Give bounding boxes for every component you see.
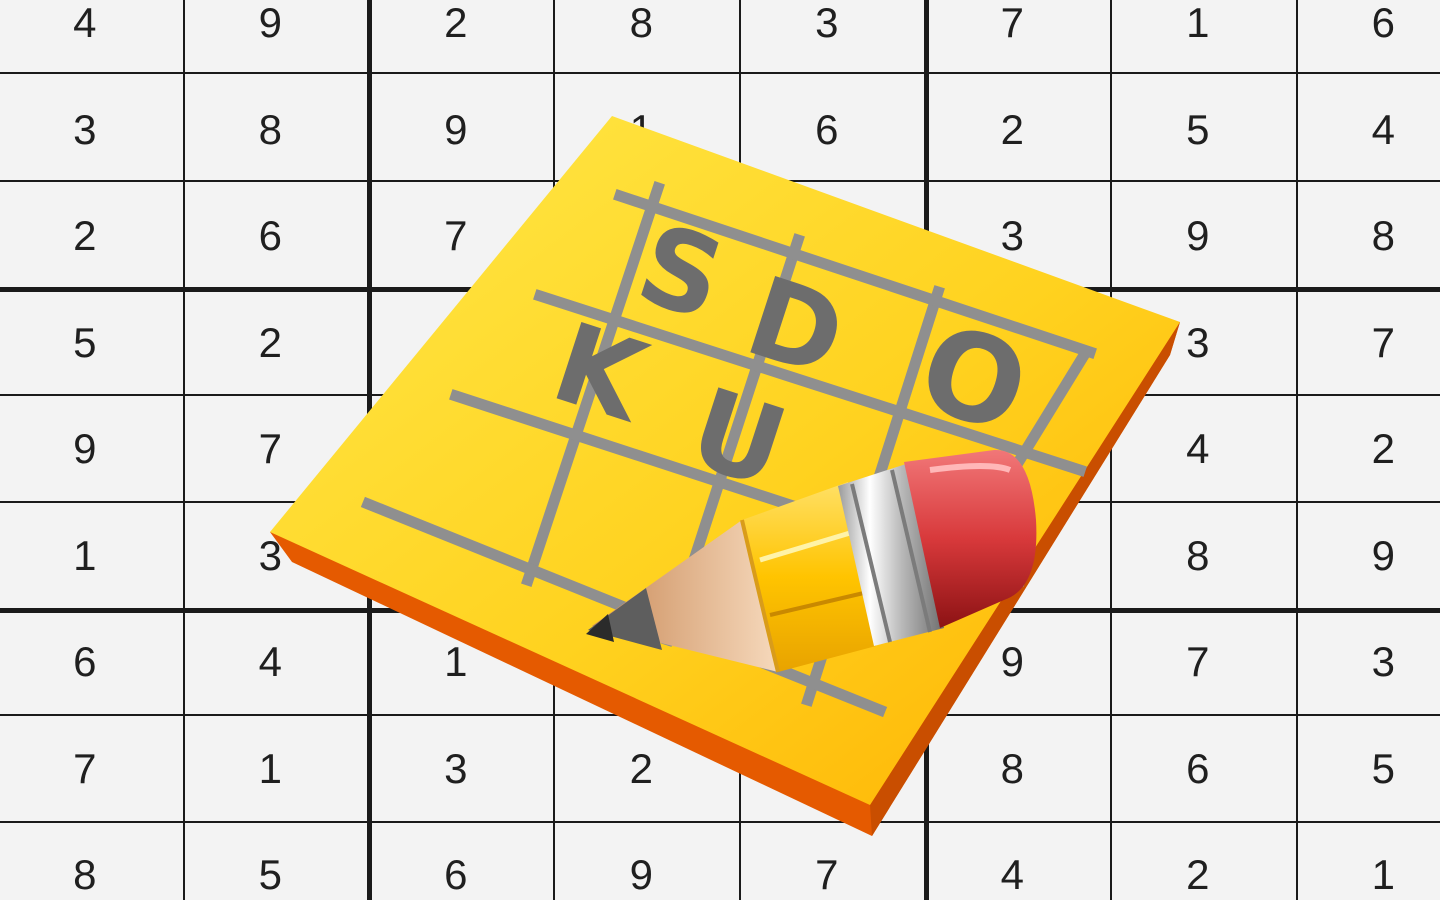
board-cell[interactable]	[734, 183, 920, 290]
board-cell[interactable]: 1	[549, 77, 735, 184]
board-cell[interactable]: 7	[920, 0, 1106, 77]
board-cell[interactable]: 3	[920, 183, 1106, 290]
board-cell[interactable]	[549, 290, 735, 397]
board-cell[interactable]	[549, 503, 735, 610]
board-cell[interactable]	[734, 503, 920, 610]
board-grid-line	[367, 0, 372, 900]
board-cell[interactable]: 7	[1291, 290, 1440, 397]
board-cell[interactable]: 9	[1105, 183, 1291, 290]
board-cell[interactable]	[363, 503, 549, 610]
board-cell[interactable]: 9	[178, 0, 364, 77]
board-cell[interactable]: 1	[178, 716, 364, 823]
board-cell[interactable]: 8	[549, 0, 735, 77]
board-cell[interactable]: 6	[734, 77, 920, 184]
board-grid-line	[0, 714, 1440, 716]
board-cell[interactable]: 5	[178, 822, 364, 900]
board-grid-line	[739, 0, 741, 900]
board-cell[interactable]	[734, 290, 920, 397]
board-cell[interactable]: 4	[1291, 77, 1440, 184]
board-cell[interactable]: 2	[1291, 396, 1440, 503]
board-cell[interactable]	[549, 609, 735, 716]
board-cell[interactable]: 4	[1105, 396, 1291, 503]
board-cell[interactable]	[920, 396, 1106, 503]
board-cell[interactable]: 6	[178, 183, 364, 290]
board-cell[interactable]	[549, 396, 735, 503]
board-cell[interactable]: 9	[920, 609, 1106, 716]
board-cell[interactable]: 3	[178, 503, 364, 610]
board-cell[interactable]: 8	[920, 716, 1106, 823]
board-cell[interactable]: 6	[363, 822, 549, 900]
board-cell[interactable]	[734, 716, 920, 823]
board-cell[interactable]: 7	[0, 716, 178, 823]
board-cell[interactable]: 6	[1105, 716, 1291, 823]
board-cell[interactable]: 7	[363, 183, 549, 290]
sudoku-splash-screen: 4928371638916254267398523797421389641973…	[0, 0, 1440, 900]
board-cell[interactable]: 7	[734, 822, 920, 900]
board-grid-line	[0, 501, 1440, 503]
board-cell[interactable]: 4	[920, 822, 1106, 900]
board-cell[interactable]: 2	[0, 183, 178, 290]
board-cell[interactable]: 1	[0, 503, 178, 610]
board-grid-line	[924, 0, 929, 900]
board-cell[interactable]: 5	[1291, 716, 1440, 823]
board-cell[interactable]	[734, 609, 920, 716]
board-grid-line	[183, 0, 185, 900]
board-grid-line	[0, 180, 1440, 182]
board-cell[interactable]: 1	[363, 609, 549, 716]
board-cell[interactable]: 8	[178, 77, 364, 184]
board-cell[interactable]: 4	[178, 609, 364, 716]
board-cell[interactable]	[920, 290, 1106, 397]
board-cell[interactable]: 2	[549, 716, 735, 823]
board-cell[interactable]	[549, 183, 735, 290]
sudoku-board: 4928371638916254267398523797421389641973…	[0, 0, 1440, 900]
board-cell[interactable]: 9	[1291, 503, 1440, 610]
board-grid-line	[553, 0, 555, 900]
board-cell[interactable]: 2	[178, 290, 364, 397]
board-cell[interactable]: 6	[1291, 0, 1440, 77]
board-cell[interactable]: 9	[363, 77, 549, 184]
board-cell[interactable]	[363, 396, 549, 503]
board-cell[interactable]: 7	[1105, 609, 1291, 716]
board-cell[interactable]: 1	[1105, 0, 1291, 77]
board-cell[interactable]: 3	[734, 0, 920, 77]
board-grid-line	[0, 287, 1440, 292]
board-grid-line	[0, 72, 1440, 74]
board-cell[interactable]: 3	[363, 716, 549, 823]
board-cell[interactable]: 5	[0, 290, 178, 397]
board-grid-line	[0, 608, 1440, 613]
board-cell[interactable]	[734, 396, 920, 503]
board-cell[interactable]: 2	[1105, 822, 1291, 900]
board-cell[interactable]: 8	[1105, 503, 1291, 610]
board-grid-line	[0, 394, 1440, 396]
board-cell[interactable]: 8	[1291, 183, 1440, 290]
board-cell[interactable]: 3	[1291, 609, 1440, 716]
board-cell[interactable]	[363, 290, 549, 397]
board-cell[interactable]: 5	[1105, 77, 1291, 184]
board-cell[interactable]: 8	[0, 822, 178, 900]
board-grid-line	[1296, 0, 1298, 900]
board-cell[interactable]: 9	[549, 822, 735, 900]
board-cell[interactable]: 2	[920, 77, 1106, 184]
board-cell[interactable]: 2	[363, 0, 549, 77]
board-cell[interactable]: 4	[0, 0, 178, 77]
board-cell[interactable]	[920, 503, 1106, 610]
board-grid-line	[0, 821, 1440, 823]
board-cell[interactable]: 7	[178, 396, 364, 503]
board-cell[interactable]: 9	[0, 396, 178, 503]
board-cell[interactable]: 1	[1291, 822, 1440, 900]
board-cell[interactable]: 6	[0, 609, 178, 716]
board-grid-line	[1110, 0, 1112, 900]
board-cell[interactable]: 3	[0, 77, 178, 184]
board-cell[interactable]: 3	[1105, 290, 1291, 397]
